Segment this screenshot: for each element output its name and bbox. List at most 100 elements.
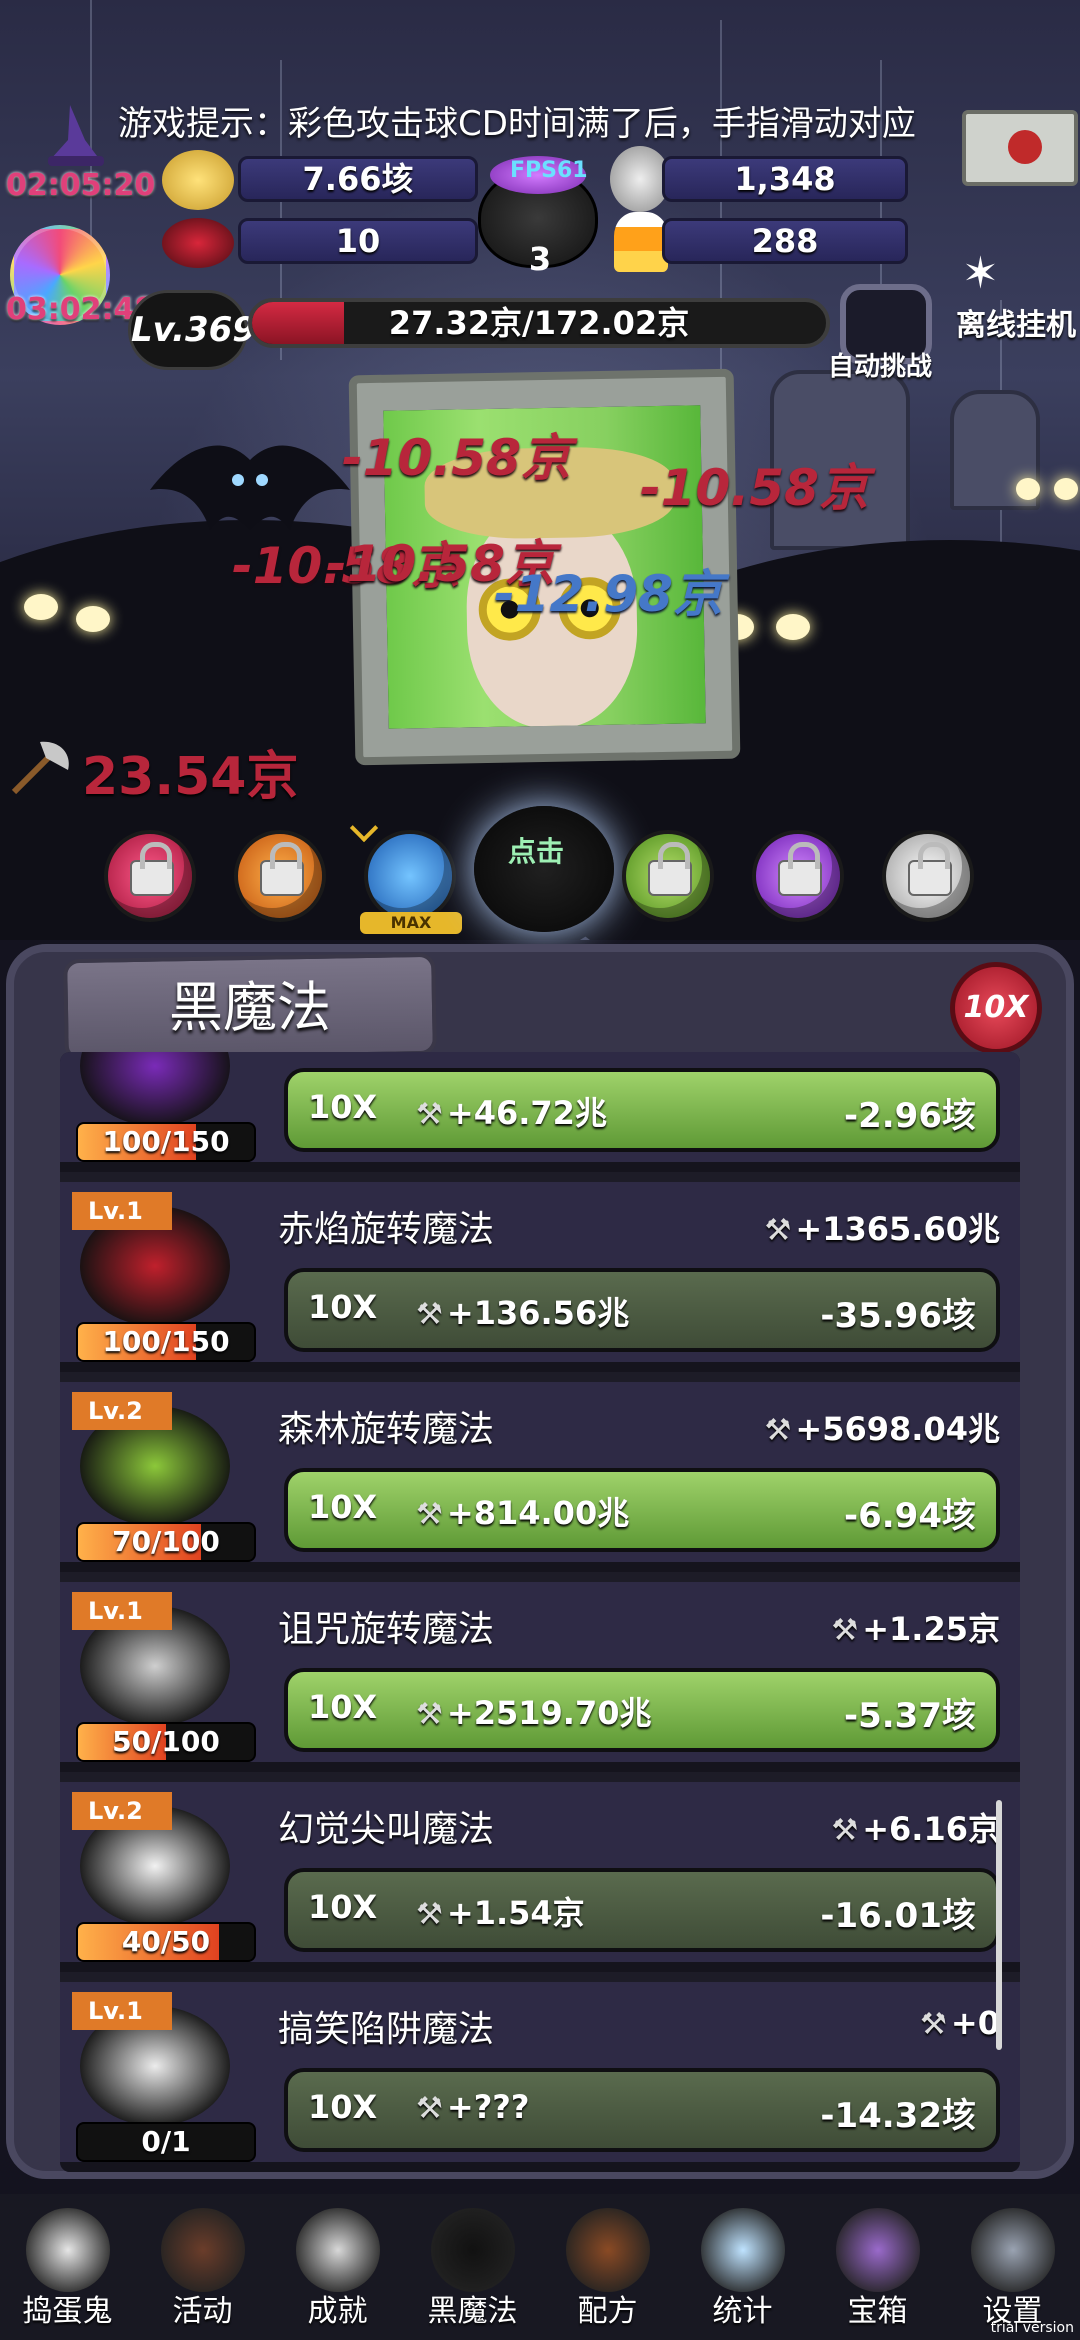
upgrade-gain: ⚒ +??? bbox=[416, 2088, 529, 2126]
lock-icon bbox=[130, 842, 174, 896]
orb-orange-locked[interactable] bbox=[234, 830, 326, 922]
axe-icon bbox=[11, 741, 69, 795]
treasure-box-icon bbox=[835, 2208, 920, 2292]
nav-item[interactable]: 成就 bbox=[270, 2194, 405, 2340]
magic-progress: 50/100 bbox=[76, 1722, 256, 1762]
star-icon: ★ bbox=[478, 720, 520, 728]
magic-progress: 100/150 bbox=[76, 1322, 256, 1362]
cauldron-count: 3 bbox=[528, 240, 552, 278]
upgrade-multiplier: 10X bbox=[308, 1088, 378, 1126]
axe-icon: ⚒ bbox=[416, 2091, 443, 2126]
fishbone-icon[interactable]: ✶ bbox=[962, 248, 999, 299]
event-timer-top: 02:05:20 bbox=[6, 168, 156, 203]
player-level: Lv.369 bbox=[128, 290, 256, 370]
orb-green-locked[interactable] bbox=[622, 830, 714, 922]
magic-progress-text: 100/150 bbox=[102, 1125, 230, 1158]
nav-label: 活动 bbox=[172, 2294, 233, 2329]
upgrade-button[interactable]: 10X ⚒ +46.72兆 -2.96垓 bbox=[284, 1068, 1000, 1152]
nav-item[interactable]: 宝箱 bbox=[810, 2194, 945, 2340]
axe-damage: 23.54京 bbox=[82, 747, 299, 807]
upgrade-gain-value: +814.00兆 bbox=[446, 1494, 630, 1532]
multiplier-toggle[interactable]: 10X bbox=[950, 962, 1042, 1054]
scrollbar[interactable] bbox=[996, 1800, 1002, 2050]
magic-name: 诅咒旋转魔法 bbox=[278, 1609, 495, 1650]
candy-corn-icon bbox=[614, 212, 668, 272]
magic-name: 搞笑陷阱魔法 bbox=[278, 2009, 495, 2050]
bows-value: 10 bbox=[238, 218, 478, 264]
upgrade-multiplier: 10X bbox=[308, 2088, 378, 2126]
black-cat-icon bbox=[430, 2208, 515, 2292]
magic-row: Lv.1 100/150 赤焰旋转魔法 ⚒ +1365.60兆 10X ⚒ +136… bbox=[60, 1182, 1020, 1372]
nav-item[interactable]: 活动 bbox=[135, 2194, 270, 2340]
nav-label: 宝箱 bbox=[847, 2294, 908, 2329]
upgrade-button[interactable]: 10X ⚒ +136.56兆 -35.96垓 bbox=[284, 1268, 1000, 1352]
nav-label: 黑魔法 bbox=[427, 2294, 518, 2329]
star-icon: ★ bbox=[527, 720, 569, 729]
upgrade-cost: -35.96垓 bbox=[820, 1296, 976, 1336]
witch-hat-icon[interactable] bbox=[40, 100, 110, 170]
star-icon: ★ bbox=[429, 721, 471, 728]
magic-level: Lv.1 bbox=[72, 1592, 172, 1630]
magic-bonus-value: +5698.04兆 bbox=[795, 1410, 1000, 1448]
magic-level: Lv.1 bbox=[72, 1192, 172, 1230]
axe-icon: ⚒ bbox=[764, 1213, 792, 1248]
magic-level: Lv.2 bbox=[72, 1792, 172, 1830]
lock-icon bbox=[648, 842, 692, 896]
nav-item[interactable]: 设置 bbox=[945, 2194, 1080, 2340]
nav-item[interactable]: 捣蛋鬼 bbox=[0, 2194, 135, 2340]
floating-damage: -12.98京 bbox=[494, 565, 723, 623]
crystal-ball-icon bbox=[700, 2208, 785, 2292]
magic-progress: 0/1 bbox=[76, 2122, 256, 2162]
upgrade-multiplier: 10X bbox=[308, 1888, 378, 1926]
upgrade-button[interactable]: 10X ⚒ +2519.70兆 -5.37垓 bbox=[284, 1668, 1000, 1752]
magic-bonus: ⚒ +1.25京 bbox=[831, 1604, 1000, 1650]
boss-hp-bar: 27.32京/172.02京 bbox=[248, 298, 830, 348]
orb-white-locked[interactable] bbox=[882, 830, 974, 922]
magic-thumb-icon bbox=[80, 1052, 230, 1126]
fps-counter: FPS61 bbox=[510, 158, 588, 183]
magic-progress-text: 70/100 bbox=[112, 1525, 220, 1558]
lock-icon bbox=[778, 842, 822, 896]
upgrade-button[interactable]: 10X ⚒ +1.54京 -16.01垓 bbox=[284, 1868, 1000, 1952]
skull-potion-icon bbox=[610, 146, 670, 212]
orb-red-locked[interactable] bbox=[104, 830, 196, 922]
magic-row: 100/150 10X ⚒ +46.72兆 -2.96垓 bbox=[60, 1052, 1020, 1172]
magic-bonus-value: +1365.60兆 bbox=[795, 1210, 1000, 1248]
candy-bow-icon bbox=[162, 218, 234, 268]
magic-progress-text: 50/100 bbox=[112, 1725, 220, 1758]
magic-row: Lv.1 50/100 诅咒旋转魔法 ⚒ +1.25京 10X ⚒ +2519.70… bbox=[60, 1582, 1020, 1772]
upgrade-gain: ⚒ +2519.70兆 bbox=[416, 1688, 651, 1734]
magic-level: Lv.1 bbox=[72, 1992, 172, 2030]
nav-item[interactable]: 统计 bbox=[675, 2194, 810, 2340]
upgrade-button[interactable]: 10X ⚒ +??? -14.32垓 bbox=[284, 2068, 1000, 2152]
magic-progress: 100/150 bbox=[76, 1122, 256, 1162]
star-icon: ★ bbox=[626, 718, 668, 729]
offline-idle-label[interactable]: 离线挂机 bbox=[956, 300, 1076, 344]
orb-blue-max[interactable] bbox=[364, 830, 456, 922]
magic-row: Lv.1 0/1 搞笑陷阱魔法 ⚒ +0 10X ⚒ +??? -14.32垓 bbox=[60, 1982, 1020, 2172]
upgrade-gain: ⚒ +136.56兆 bbox=[416, 1288, 629, 1334]
upgrade-gain: ⚒ +46.72兆 bbox=[416, 1088, 607, 1134]
axe-icon: ⚒ bbox=[416, 1697, 443, 1732]
auto-challenge-label[interactable]: 自动挑战 bbox=[828, 346, 932, 383]
upgrade-gain-value: +??? bbox=[446, 2088, 530, 2126]
upgrade-gain-value: +2519.70兆 bbox=[446, 1694, 652, 1732]
game-tip-text: 游戏提示：彩色攻击球CD时间满了后，手指滑动对应 bbox=[118, 104, 916, 144]
skull-trophy-icon bbox=[295, 2208, 380, 2292]
upgrade-cost: -5.37垓 bbox=[844, 1696, 976, 1736]
magic-bonus: ⚒ +5698.04兆 bbox=[765, 1404, 1000, 1450]
magic-level: Lv.2 bbox=[72, 1392, 172, 1430]
gear-icon bbox=[970, 2208, 1055, 2292]
magic-bonus: ⚒ +1365.60兆 bbox=[765, 1204, 1000, 1250]
lock-icon bbox=[908, 842, 952, 896]
axe-icon: ⚒ bbox=[920, 2007, 947, 2042]
upgrade-gain-value: +136.56兆 bbox=[446, 1294, 630, 1332]
upgrade-button[interactable]: 10X ⚒ +814.00兆 -6.94垓 bbox=[284, 1468, 1000, 1552]
orb-purple-locked[interactable] bbox=[752, 830, 844, 922]
nav-item[interactable]: 黑魔法 bbox=[405, 2194, 540, 2340]
upgrade-cost: -2.96垓 bbox=[844, 1096, 976, 1136]
nav-item[interactable]: 配方 bbox=[540, 2194, 675, 2340]
magic-row: Lv.2 40/50 幻觉尖叫魔法 ⚒ +6.16京 10X ⚒ +1.54京 -1… bbox=[60, 1782, 1020, 1972]
axe-icon: ⚒ bbox=[416, 1897, 443, 1932]
magic-name: 赤焰旋转魔法 bbox=[278, 1209, 495, 1250]
